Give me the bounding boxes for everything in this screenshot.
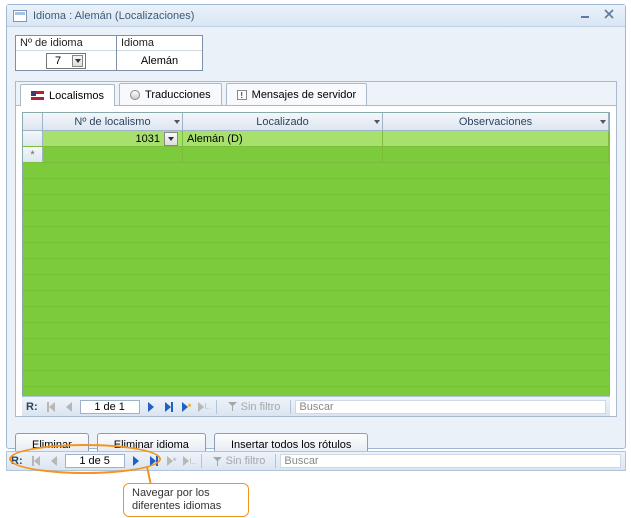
tab-strip: Localismos Traducciones ! Mensajes de se… <box>16 82 616 106</box>
num-idioma-value: 7 <box>55 55 61 67</box>
record-navigator-outer: R: 1 de 5 * I.. Sin filtro Buscar <box>6 451 626 471</box>
num-idioma-label: Nº de idioma <box>16 36 116 51</box>
title-bar: Idioma : Alemán (Localizaciones) <box>7 5 625 27</box>
nav-last-button[interactable] <box>147 454 161 468</box>
tab-localismos[interactable]: Localismos <box>20 84 115 106</box>
col-num-localismo[interactable]: Nº de localismo <box>43 113 183 130</box>
nav-extra-button[interactable]: I.. <box>198 400 212 414</box>
form-icon <box>13 10 27 22</box>
nav-next-button[interactable] <box>129 454 143 468</box>
num-idioma-field: Nº de idioma 7 <box>15 35 117 71</box>
close-button[interactable] <box>599 9 619 23</box>
nav-extra-button[interactable]: I.. <box>183 454 197 468</box>
grid-header: Nº de localismo Localizado Observaciones <box>23 113 609 131</box>
nav-prefix: R: <box>26 401 38 413</box>
window: Idioma : Alemán (Localizaciones) Nº de i… <box>6 4 626 449</box>
nav-prefix: R: <box>11 455 23 467</box>
row-selector-header[interactable] <box>23 113 43 130</box>
table-row[interactable]: 1031 Alemán (D) <box>23 131 609 147</box>
tab-control: Localismos Traducciones ! Mensajes de se… <box>15 81 617 417</box>
cell-num[interactable]: 1031 <box>43 131 183 146</box>
filter-toggle[interactable]: Sin filtro <box>206 455 272 467</box>
grid-empty-area <box>23 163 609 395</box>
nav-first-button[interactable] <box>44 400 58 414</box>
nav-next-button[interactable] <box>144 400 158 414</box>
funnel-icon <box>227 401 238 412</box>
col-observaciones[interactable]: Observaciones <box>383 113 609 130</box>
data-grid[interactable]: Nº de localismo Localizado Observaciones… <box>22 112 610 396</box>
tab-traducciones[interactable]: Traducciones <box>119 83 222 105</box>
nav-prev-button[interactable] <box>47 454 61 468</box>
window-title: Idioma : Alemán (Localizaciones) <box>33 10 194 22</box>
nav-position-input[interactable]: 1 de 1 <box>80 400 140 414</box>
tab-mensajes[interactable]: ! Mensajes de servidor <box>226 83 368 105</box>
funnel-icon <box>212 456 223 467</box>
col-localizado[interactable]: Localizado <box>183 113 383 130</box>
idioma-field: Idioma Alemán <box>117 35 203 71</box>
exclamation-icon: ! <box>237 90 247 100</box>
search-input[interactable]: Buscar <box>295 400 606 414</box>
nav-prev-button[interactable] <box>62 400 76 414</box>
record-navigator-inner: R: 1 de 1 * I.. Sin filtro Buscar <box>22 396 610 416</box>
new-row-icon: * <box>23 147 43 162</box>
search-input[interactable]: Buscar <box>280 454 621 468</box>
row-selector[interactable] <box>23 131 43 146</box>
cell-localizado[interactable]: Alemán (D) <box>183 131 383 146</box>
idioma-value: Alemán <box>141 55 178 67</box>
callout-box: Navegar por los diferentes idiomas <box>123 483 249 517</box>
minimize-button[interactable] <box>575 9 595 23</box>
bullet-icon <box>130 90 140 100</box>
chevron-down-icon[interactable] <box>164 132 178 146</box>
nav-new-button[interactable]: * <box>165 454 179 468</box>
header-fields: Nº de idioma 7 Idioma Alemán <box>15 35 617 71</box>
filter-toggle[interactable]: Sin filtro <box>221 401 287 413</box>
nav-position-input[interactable]: 1 de 5 <box>65 454 125 468</box>
flag-icon <box>31 91 44 100</box>
chevron-down-icon <box>72 55 83 67</box>
cell-observaciones[interactable] <box>383 131 609 146</box>
new-row[interactable]: * <box>23 147 609 163</box>
num-idioma-combo[interactable]: 7 <box>46 53 86 69</box>
idioma-label: Idioma <box>117 36 202 51</box>
nav-last-button[interactable] <box>162 400 176 414</box>
nav-new-button[interactable]: * <box>180 400 194 414</box>
nav-first-button[interactable] <box>29 454 43 468</box>
